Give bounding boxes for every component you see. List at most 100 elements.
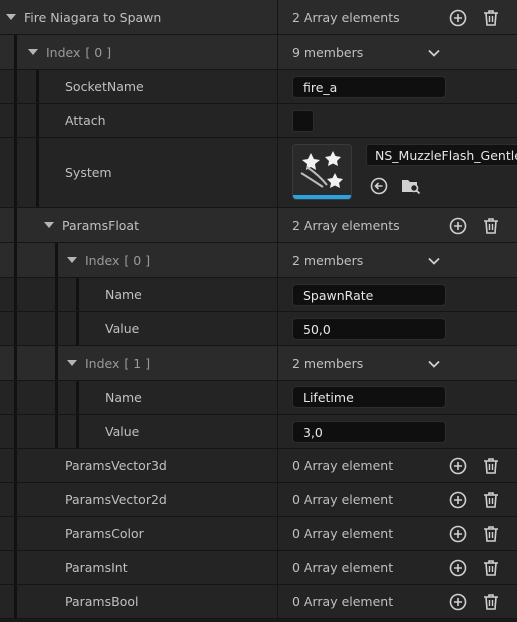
array-count: 0 Array element	[292, 526, 394, 541]
column-divider	[277, 449, 278, 482]
indent-guide	[14, 35, 17, 69]
column-divider	[277, 35, 278, 69]
delete-icon[interactable]	[481, 216, 501, 236]
array-count: 2 Array elements	[292, 9, 400, 25]
asset-thumbnail[interactable]	[292, 144, 352, 200]
row-attach: Attach	[0, 104, 517, 138]
delete-icon[interactable]	[481, 592, 501, 612]
chevron-down-icon[interactable]	[427, 357, 441, 371]
property-label: Value	[105, 424, 140, 439]
index-number: [ 0 ]	[124, 252, 151, 268]
column-divider	[277, 346, 278, 380]
add-element-icon[interactable]	[448, 524, 468, 544]
indent-guide	[76, 415, 79, 448]
root-label-cell[interactable]: Fire Niagara to Spawn	[6, 0, 161, 34]
property-label: ParamsColor	[65, 526, 144, 541]
row-param-value: Value 50,0	[0, 312, 517, 346]
param-name-field[interactable]: Lifetime	[292, 386, 446, 408]
params-float-label-cell[interactable]: ParamsFloat	[44, 208, 139, 242]
socket-name-field[interactable]: fire_a	[292, 76, 446, 98]
row-params-float-index-1: Index [ 1 ] 2 members	[0, 346, 517, 381]
index-label-cell[interactable]: Index [ 0 ]	[28, 35, 111, 69]
asset-picker[interactable]: NS_MuzzleFlash_Gentle	[366, 144, 517, 166]
add-element-icon[interactable]	[448, 216, 468, 236]
column-divider	[277, 208, 278, 242]
indent-guide	[14, 449, 17, 482]
indent-guide	[14, 208, 17, 242]
property-label: Name	[105, 390, 142, 405]
indent-guide	[14, 483, 17, 516]
delete-icon[interactable]	[481, 456, 501, 476]
indent-guide	[55, 243, 58, 277]
asset-type-bar	[293, 195, 351, 199]
array-count: 0 Array element	[292, 594, 394, 609]
indent-guide	[55, 346, 58, 380]
property-label: Name	[105, 287, 142, 302]
add-element-icon[interactable]	[448, 558, 468, 578]
chevron-down-icon[interactable]	[427, 46, 441, 60]
row-params-color: ParamsColor 0 Array element	[0, 517, 517, 551]
delete-icon[interactable]	[481, 524, 501, 544]
expand-triangle-icon[interactable]	[28, 49, 38, 55]
row-param-name: Name SpawnRate	[0, 278, 517, 312]
property-label: ParamsVector2d	[65, 492, 167, 507]
indent-guide	[55, 415, 58, 448]
column-divider	[277, 415, 278, 448]
attach-checkbox[interactable]	[292, 110, 314, 132]
niagara-stars-icon	[300, 151, 343, 188]
indent-guide	[14, 278, 17, 311]
param-value-field[interactable]: 50,0	[292, 318, 446, 340]
row-params-float: ParamsFloat 2 Array elements	[0, 208, 517, 243]
index-label: Index	[85, 252, 120, 268]
column-divider	[277, 70, 278, 103]
column-divider	[277, 483, 278, 516]
indent-guide	[14, 346, 17, 380]
expand-triangle-icon[interactable]	[6, 14, 16, 20]
row-system: System NS_MuzzleFlash_Gentle	[0, 138, 517, 208]
column-divider	[277, 517, 278, 550]
expand-triangle-icon[interactable]	[67, 360, 77, 366]
indent-guide	[76, 381, 79, 414]
delete-icon[interactable]	[481, 558, 501, 578]
delete-icon[interactable]	[481, 8, 501, 28]
chevron-down-icon[interactable]	[427, 254, 441, 268]
row-params-float-index-0: Index [ 0 ] 2 members	[0, 243, 517, 278]
add-element-icon[interactable]	[448, 490, 468, 510]
member-count: 9 members	[292, 44, 364, 60]
column-divider	[277, 585, 278, 618]
browse-asset-icon[interactable]	[401, 176, 421, 196]
array-count: 0 Array element	[292, 458, 394, 473]
indent-guide	[55, 312, 58, 345]
row-fire-niagara-to-spawn: Fire Niagara to Spawn 2 Array elements	[0, 0, 517, 35]
index-label-cell[interactable]: Index [ 1 ]	[67, 346, 150, 380]
row-index-0: Index [ 0 ] 9 members	[0, 35, 517, 70]
index-label-cell[interactable]: Index [ 0 ]	[67, 243, 150, 277]
use-selected-icon[interactable]	[369, 176, 389, 196]
property-label: ParamsVector3d	[65, 458, 167, 473]
param-value-field[interactable]: 3,0	[292, 421, 446, 443]
row-params-vector2d: ParamsVector2d 0 Array element	[0, 483, 517, 517]
row-params-vector3d: ParamsVector3d 0 Array element	[0, 449, 517, 483]
column-divider	[277, 381, 278, 414]
delete-icon[interactable]	[481, 490, 501, 510]
array-count: 0 Array element	[292, 492, 394, 507]
indent-guide	[76, 278, 79, 311]
column-divider	[277, 278, 278, 311]
index-label: Index	[85, 355, 120, 371]
add-element-icon[interactable]	[448, 8, 468, 28]
expand-triangle-icon[interactable]	[44, 222, 54, 228]
member-count: 2 members	[292, 252, 364, 268]
row-params-bool: ParamsBool 0 Array element	[0, 585, 517, 619]
row-param-value: Value 3,0	[0, 415, 517, 449]
expand-triangle-icon[interactable]	[67, 257, 77, 263]
index-number: [ 1 ]	[124, 355, 151, 371]
member-count: 2 members	[292, 355, 364, 371]
indent-guide	[14, 415, 17, 448]
param-name-field[interactable]: SpawnRate	[292, 284, 446, 306]
row-params-int: ParamsInt 0 Array element	[0, 551, 517, 585]
indent-guide	[14, 381, 17, 414]
property-label: Attach	[65, 113, 106, 128]
add-element-icon[interactable]	[448, 456, 468, 476]
array-count: 0 Array element	[292, 560, 394, 575]
add-element-icon[interactable]	[448, 592, 468, 612]
